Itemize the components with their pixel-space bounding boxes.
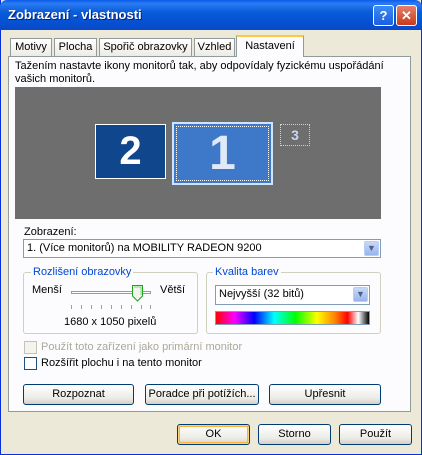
resolution-more-label: Větší [160, 284, 186, 296]
display-label: Zobrazení: [24, 226, 77, 238]
help-icon[interactable]: ? [373, 5, 394, 26]
extend-desktop-checkbox[interactable] [24, 357, 37, 370]
apply-button[interactable]: Použít [339, 424, 412, 445]
tab-vzhled[interactable]: Vzhled [194, 38, 235, 56]
display-value: 1. (Více monitorů) na MOBILITY RADEON 92… [27, 242, 262, 254]
resolution-value: 1680 x 1050 pixelů [64, 316, 157, 328]
chevron-down-icon[interactable]: ▼ [353, 287, 368, 302]
title-bar[interactable]: Zobrazení - vlastnosti ? ✕ [0, 0, 422, 30]
close-icon[interactable]: ✕ [396, 5, 417, 26]
resolution-group-label: Rozlišení obrazovky [31, 266, 134, 278]
primary-monitor-label: Použít toto zařízení jako primární monit… [41, 341, 243, 353]
troubleshoot-button[interactable]: Poradce při potížích... [145, 384, 259, 405]
identify-button[interactable]: Rozpoznat [23, 384, 134, 405]
monitor-2[interactable]: 2 [95, 124, 166, 179]
color-quality-value: Nejvyšší (32 bitů) [219, 288, 304, 300]
chevron-down-icon[interactable]: ▼ [364, 241, 379, 256]
cancel-button[interactable]: Storno [258, 424, 331, 445]
resolution-slider-ticks [71, 305, 151, 309]
ok-button[interactable]: OK [177, 424, 250, 445]
resolution-less-label: Menší [32, 284, 62, 296]
tab-plocha[interactable]: Plocha [54, 38, 97, 56]
extend-desktop-label: Rozšířit plochu i na tento monitor [41, 357, 202, 369]
color-quality-dropdown[interactable]: Nejvyšší (32 bitů) ▼ [215, 285, 370, 305]
resolution-slider-thumb[interactable] [132, 285, 143, 302]
tab-motivy[interactable]: Motivy [10, 38, 52, 56]
instruction-text: Tažením nastavte ikony monitorů tak, aby… [15, 60, 384, 85]
window-title: Zobrazení - vlastnosti [8, 7, 142, 22]
tab-nastaveni[interactable]: Nastavení [236, 35, 304, 57]
advanced-button[interactable]: Upřesnit [269, 384, 381, 405]
primary-monitor-checkbox[interactable] [24, 341, 37, 354]
display-dropdown[interactable]: 1. (Více monitorů) na MOBILITY RADEON 92… [23, 239, 381, 258]
tab-sporic[interactable]: Spořič obrazovky [99, 38, 192, 56]
monitor-1[interactable]: 1 [172, 122, 273, 185]
monitor-3[interactable]: 3 [280, 124, 310, 146]
color-spectrum-bar [215, 311, 370, 325]
color-quality-group-label: Kvalita barev [213, 266, 281, 278]
